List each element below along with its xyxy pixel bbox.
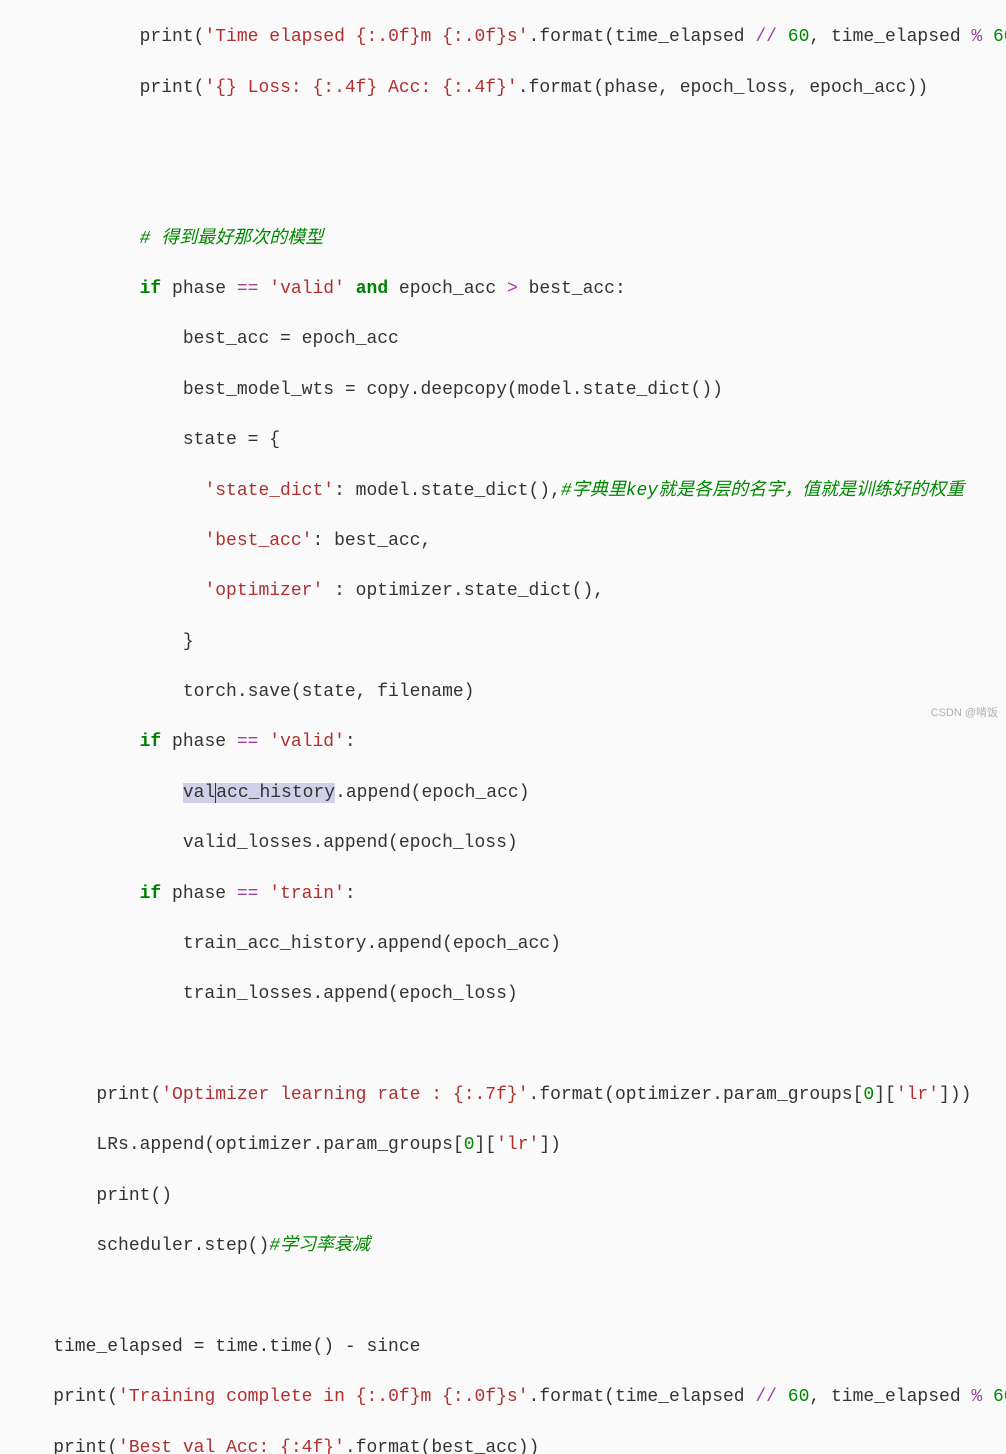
code-line: if phase == 'valid': — [10, 730, 1006, 755]
code-line: print('Best val Acc: {:4f}'.format(best_… — [10, 1436, 1006, 1454]
code-line: time_elapsed = time.time() - since — [10, 1335, 1006, 1360]
code-line: valacc_history.append(epoch_acc) — [10, 781, 1006, 806]
code-line: print('Optimizer learning rate : {:.7f}'… — [10, 1083, 1006, 1108]
code-line: LRs.append(optimizer.param_groups[0]['lr… — [10, 1133, 1006, 1158]
code-line: torch.save(state, filename) — [10, 680, 1006, 705]
code-line — [10, 1285, 1006, 1310]
code-line — [10, 126, 1006, 151]
code-line: 'best_acc': best_acc, — [10, 529, 1006, 554]
code-line: valid_losses.append(epoch_loss) — [10, 831, 1006, 856]
code-line: 'state_dict': model.state_dict(),#字典里key… — [10, 479, 1006, 504]
code-line: best_acc = epoch_acc — [10, 327, 1006, 352]
watermark-label: CSDN @啃饭 — [931, 706, 998, 721]
code-line: train_acc_history.append(epoch_acc) — [10, 932, 1006, 957]
code-line: print('Time elapsed {:.0f}m {:.0f}s'.for… — [10, 25, 1006, 50]
code-block: print('Time elapsed {:.0f}m {:.0f}s'.for… — [0, 0, 1006, 1454]
code-line: 'optimizer' : optimizer.state_dict(), — [10, 579, 1006, 604]
code-line — [10, 176, 1006, 201]
code-line: # 得到最好那次的模型 — [10, 227, 1006, 252]
code-line: if phase == 'valid' and epoch_acc > best… — [10, 277, 1006, 302]
code-line: scheduler.step()#学习率衰减 — [10, 1234, 1006, 1259]
code-line: print('{} Loss: {:.4f} Acc: {:.4f}'.form… — [10, 76, 1006, 101]
code-line: print() — [10, 1184, 1006, 1209]
text-selection: valacc_history — [183, 783, 335, 803]
code-line: } — [10, 630, 1006, 655]
code-line: best_model_wts = copy.deepcopy(model.sta… — [10, 378, 1006, 403]
code-line: state = { — [10, 428, 1006, 453]
code-line — [10, 1033, 1006, 1058]
code-line: train_losses.append(epoch_loss) — [10, 982, 1006, 1007]
code-line: print('Training complete in {:.0f}m {:.0… — [10, 1385, 1006, 1410]
code-line: if phase == 'train': — [10, 882, 1006, 907]
